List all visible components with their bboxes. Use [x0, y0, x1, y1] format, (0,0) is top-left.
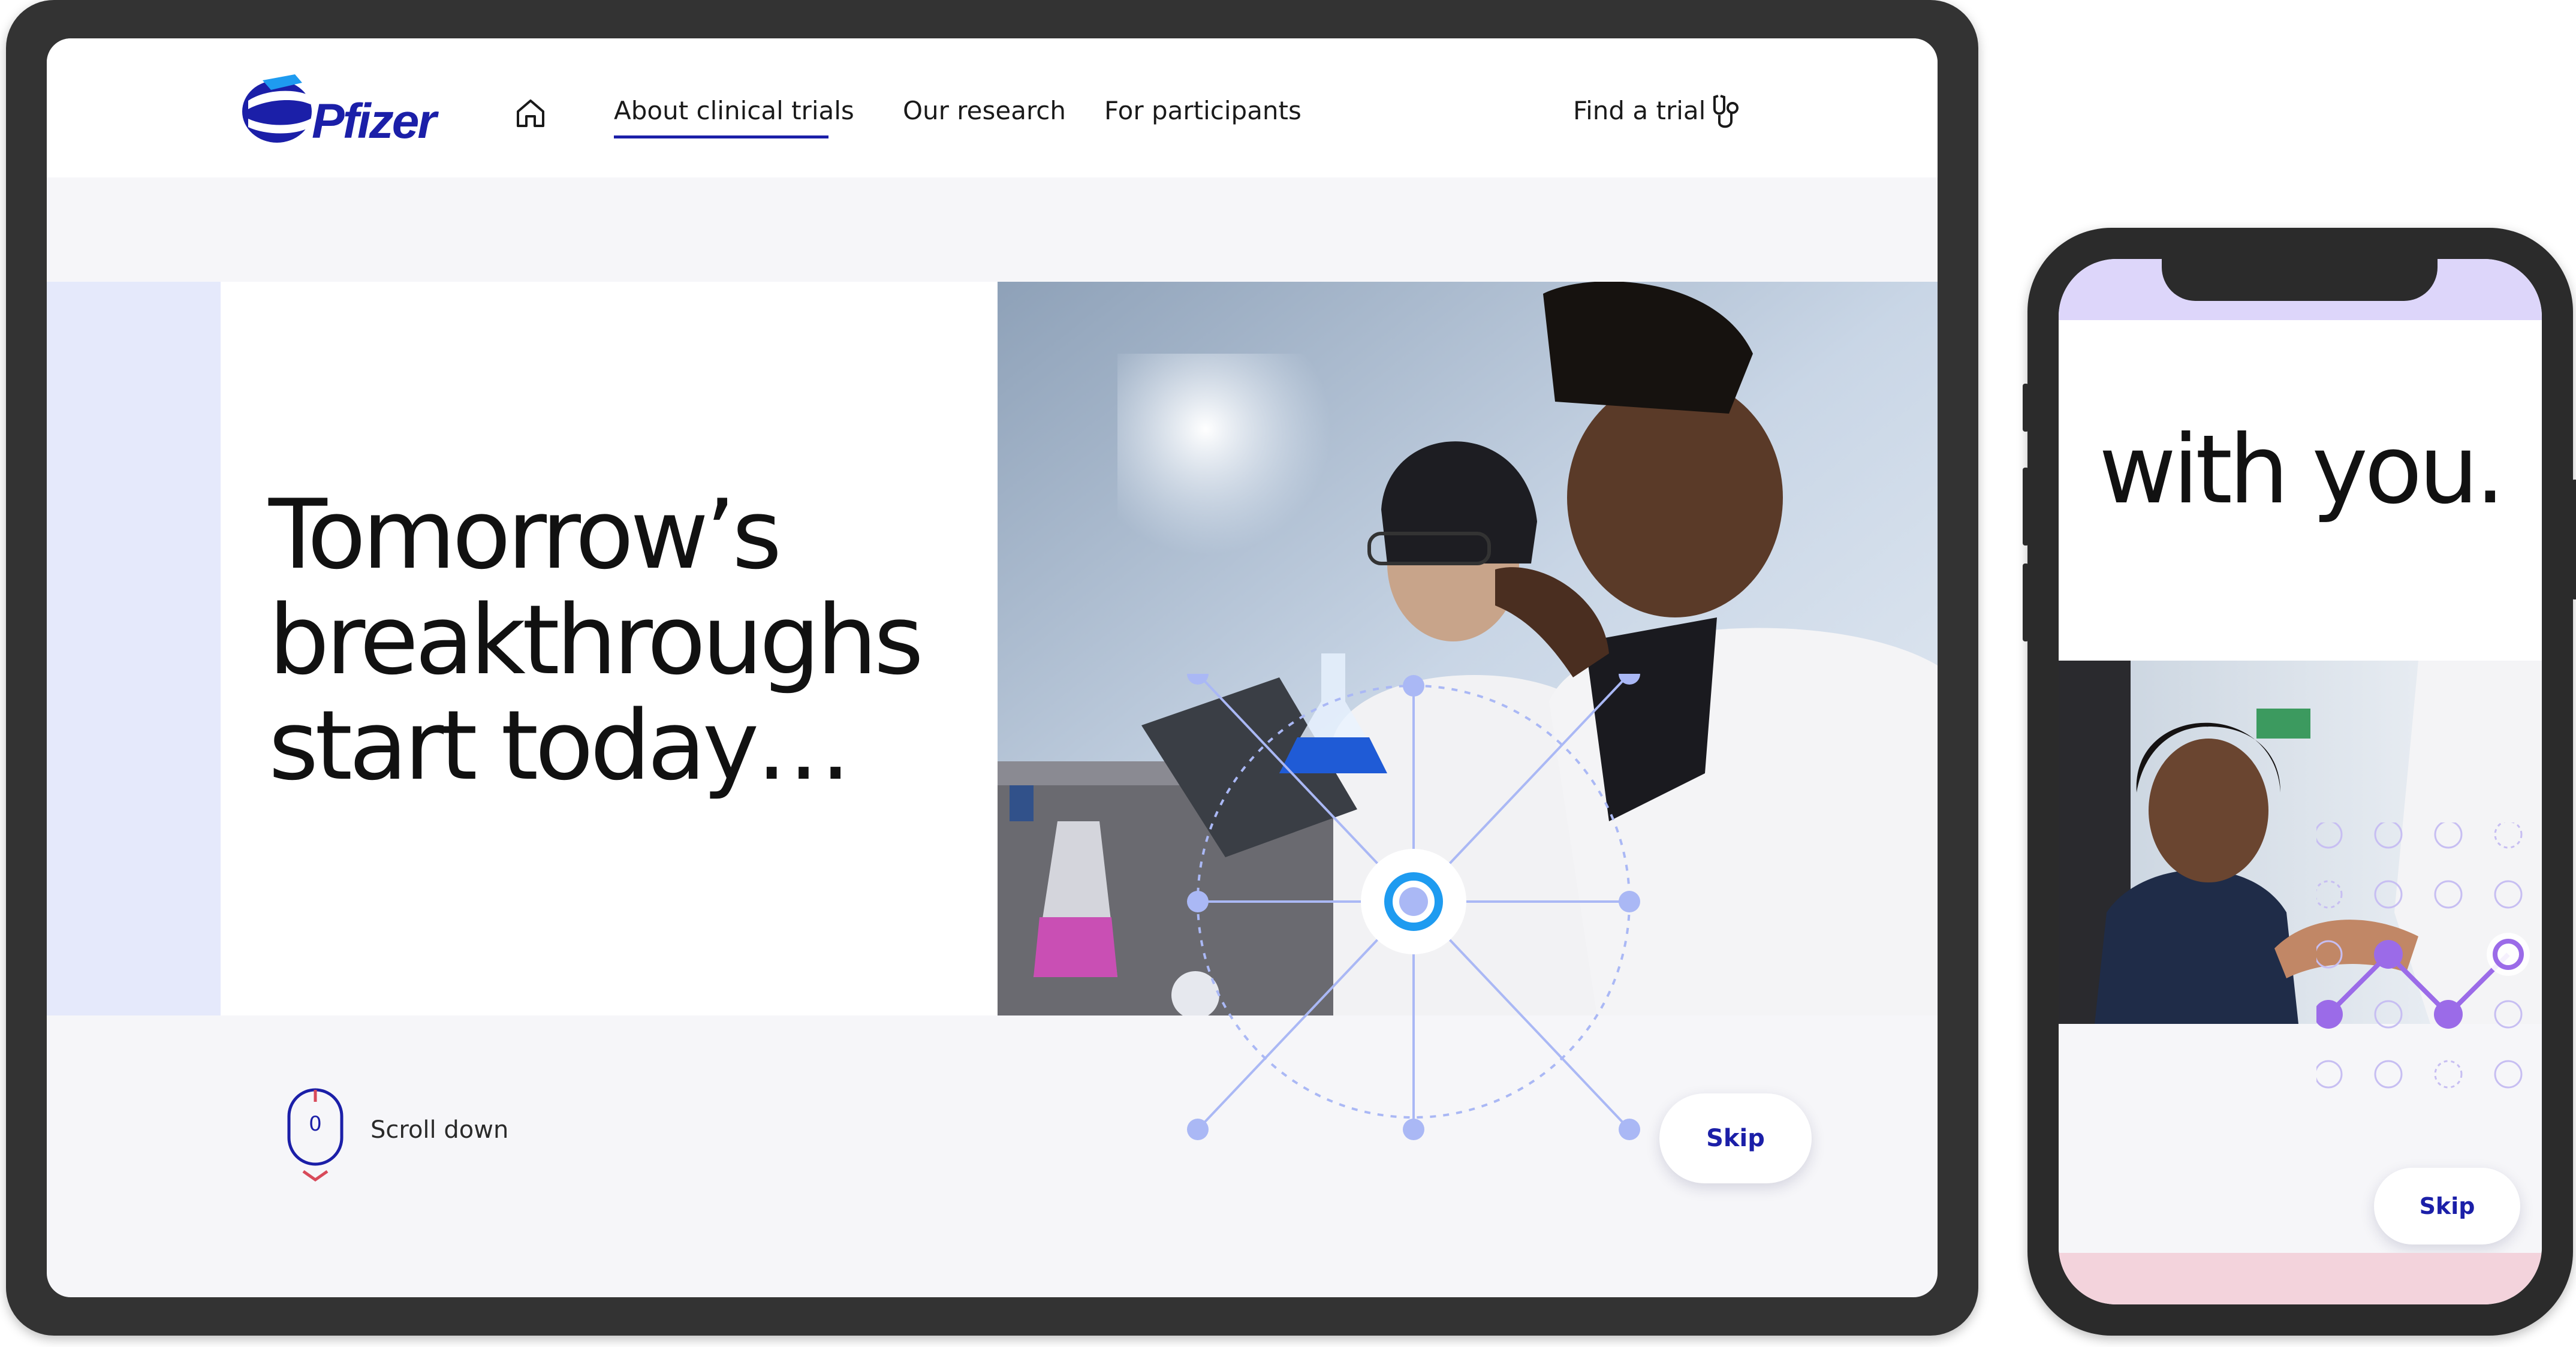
nav-about-clinical-trials[interactable]: About clinical trials: [614, 96, 854, 125]
progress-dots-graphic: [2316, 822, 2530, 1089]
phone-device: with you. Skip: [2023, 228, 2576, 1336]
phone-power-button: [2572, 480, 2576, 599]
phone-side-button: [2023, 384, 2029, 432]
find-a-trial-link[interactable]: Find a trial: [1573, 96, 1706, 125]
phone-screen: with you. Skip: [2059, 259, 2542, 1304]
phone-notch: [2162, 259, 2438, 301]
phone-skip-button[interactable]: Skip: [2374, 1168, 2520, 1244]
stethoscope-icon[interactable]: [1709, 91, 1745, 134]
tablet-screen: Pfizer About clinical trials Our researc…: [47, 38, 1938, 1297]
phone-volume-up: [2023, 468, 2029, 546]
hero-title-line: Tomorrow’s: [269, 478, 782, 590]
svg-text:0: 0: [309, 1112, 322, 1136]
phone-volume-down: [2023, 563, 2029, 641]
phone-bottom-band: [2059, 1253, 2542, 1304]
site-header: Pfizer About clinical trials Our researc…: [47, 38, 1938, 177]
hero-title-line: breakthroughs: [269, 584, 924, 696]
hero-side-bar: [47, 282, 221, 1015]
tablet-device: Pfizer About clinical trials Our researc…: [6, 0, 1978, 1336]
phone-headline: with you.: [2099, 415, 2505, 525]
pfizer-wordmark: Pfizer: [312, 94, 436, 149]
hero-title-line: start today…: [269, 689, 851, 801]
nav-active-indicator: [614, 135, 828, 138]
nav-for-participants[interactable]: For participants: [1104, 96, 1301, 125]
nav-our-research[interactable]: Our research: [903, 96, 1066, 125]
skip-button[interactable]: Skip: [1659, 1093, 1812, 1183]
hero-title: Tomorrow’s breakthroughs start today…: [269, 482, 988, 798]
scroll-down-label: Scroll down: [370, 1116, 509, 1144]
home-icon[interactable]: [513, 96, 548, 131]
network-graphic: [1187, 674, 1640, 1140]
mouse-scroll-icon[interactable]: 0: [285, 1087, 345, 1183]
